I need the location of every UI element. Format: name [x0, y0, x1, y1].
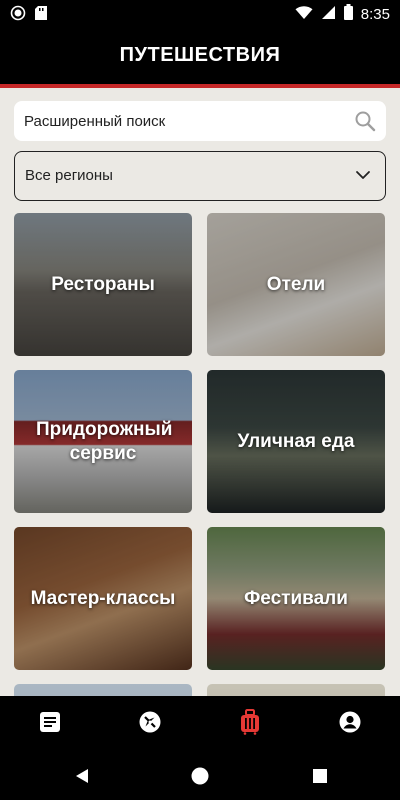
category-label: Уличная еда	[237, 430, 355, 452]
profile-icon	[339, 711, 361, 738]
category-card-restaurants[interactable]: Рестораны	[14, 213, 192, 356]
header-accent-divider	[0, 84, 400, 88]
system-navigation-bar	[0, 752, 400, 800]
chevron-down-icon	[355, 168, 371, 187]
news-icon	[39, 711, 61, 738]
category-card-street-food[interactable]: Уличная еда	[207, 370, 385, 513]
compass-icon	[138, 710, 162, 739]
status-bar: 8:35	[0, 0, 400, 26]
suitcase-icon	[239, 708, 261, 740]
category-card-master-classes[interactable]: Мастер-классы	[14, 527, 192, 670]
category-card-partial[interactable]	[14, 684, 192, 696]
app-header: ПУТЕШЕСТВИЯ	[0, 26, 400, 84]
battery-icon	[343, 4, 353, 24]
search-input[interactable]	[24, 101, 354, 141]
category-card-hotels[interactable]: Отели	[207, 213, 385, 356]
region-select[interactable]: Все регионы	[14, 151, 386, 201]
category-card-festivals[interactable]: Фестивали	[207, 527, 385, 670]
category-label: Фестивали	[244, 587, 348, 609]
tab-explore[interactable]	[100, 696, 200, 752]
category-card-roadside-service[interactable]: Придорожный сервис	[14, 370, 192, 513]
category-label: Мастер-классы	[30, 587, 176, 609]
search-icon[interactable]	[354, 110, 376, 137]
bottom-navigation	[0, 696, 400, 752]
category-label: Рестораны	[51, 273, 155, 295]
region-select-value: Все регионы	[25, 167, 113, 184]
back-icon[interactable]	[70, 764, 94, 788]
category-card-partial[interactable]	[207, 684, 385, 696]
tab-profile[interactable]	[300, 696, 400, 752]
wifi-icon	[295, 5, 313, 24]
tab-travel[interactable]	[200, 696, 300, 752]
cellular-icon	[321, 5, 336, 24]
category-label: Придорожный сервис	[36, 418, 173, 464]
status-time: 8:35	[360, 5, 390, 23]
sd-card-icon	[34, 5, 48, 26]
page-title: ПУТЕШЕСТВИЯ	[119, 44, 281, 66]
category-grid: Рестораны Отели Придорожный сервис Уличн…	[14, 213, 386, 696]
home-icon[interactable]	[188, 764, 212, 788]
category-label: Отели	[266, 273, 326, 295]
tab-news[interactable]	[0, 696, 100, 752]
recents-icon[interactable]	[308, 764, 332, 788]
advanced-search-field[interactable]	[14, 101, 386, 141]
record-icon	[10, 5, 26, 26]
